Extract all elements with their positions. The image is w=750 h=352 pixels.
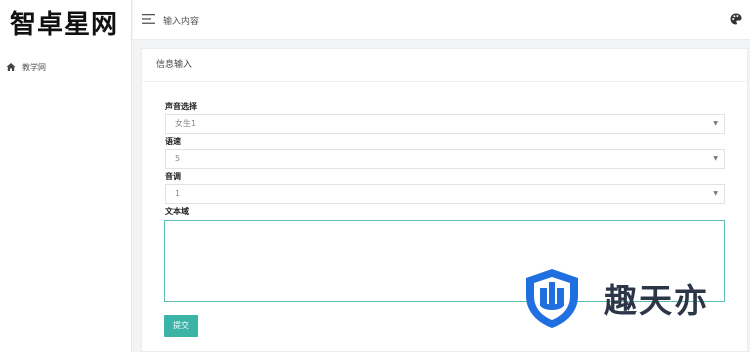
watermark-text: 趣天亦: [604, 281, 709, 320]
dropdown-arrow-icon: ▼: [713, 155, 718, 162]
speed-select-value: 5: [175, 154, 181, 163]
palette-icon[interactable]: [730, 13, 742, 25]
voice-select-value: 女生1: [175, 119, 197, 128]
card-title: 信息输入: [142, 49, 747, 82]
sidebar: 智卓星网 教学网: [0, 0, 132, 352]
topbar: 输入内容: [133, 0, 750, 40]
voice-select[interactable]: 女生1 ▼: [165, 114, 725, 134]
dropdown-arrow-icon: ▼: [713, 120, 718, 127]
pitch-select[interactable]: 1 ▼: [165, 184, 725, 204]
sidebar-item-teaching[interactable]: 教学网: [0, 60, 132, 74]
menu-icon[interactable]: [142, 13, 156, 25]
speed-select[interactable]: 5 ▼: [165, 149, 725, 169]
shield-logo-icon: [526, 269, 578, 328]
pitch-select-value: 1: [175, 189, 181, 198]
pitch-select-label: 音调: [165, 172, 181, 181]
watermark: 趣天亦: [520, 262, 750, 334]
brand-logo-text[interactable]: 智卓星网: [0, 0, 131, 50]
submit-button[interactable]: 提交: [164, 315, 198, 337]
home-icon: [6, 63, 16, 71]
dropdown-arrow-icon: ▼: [713, 190, 718, 197]
voice-select-label: 声音选择: [165, 102, 197, 111]
textarea-label: 文本域: [165, 207, 189, 216]
speed-select-label: 语速: [165, 137, 181, 146]
page-title: 输入内容: [163, 17, 200, 27]
sidebar-item-label: 教学网: [22, 62, 46, 72]
